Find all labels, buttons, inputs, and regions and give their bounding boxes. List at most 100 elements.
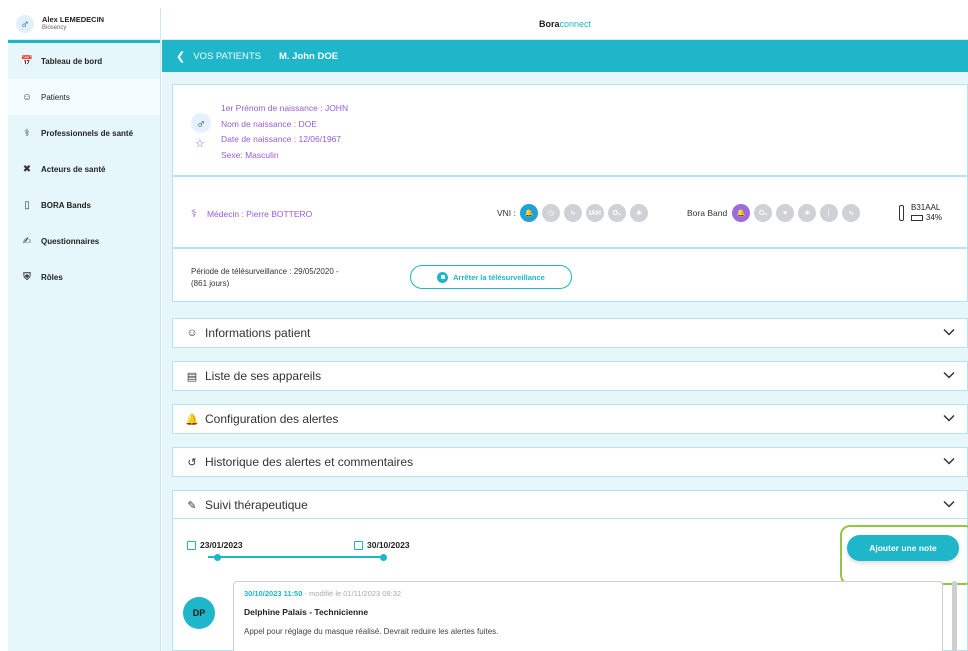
band-id: B31AAL bbox=[911, 203, 941, 212]
patient-sex: Sexe: Masculin bbox=[221, 149, 279, 160]
calendar-icon bbox=[187, 540, 196, 550]
chevron-left-icon[interactable]: ❮ bbox=[176, 50, 185, 63]
user-icon: ☺ bbox=[21, 91, 33, 103]
devices-icon: ▤ bbox=[186, 370, 198, 383]
chevron-down-icon[interactable] bbox=[943, 498, 955, 510]
sidebar-item-label: Acteurs de santé bbox=[41, 164, 106, 174]
section-informations-patient[interactable]: ☺ Informations patient bbox=[172, 318, 968, 348]
star-icon[interactable]: ☆ bbox=[195, 137, 205, 150]
chevron-down-icon[interactable] bbox=[943, 455, 955, 467]
chevron-down-icon[interactable] bbox=[943, 412, 955, 424]
date-end-picker[interactable]: 30/10/2023 bbox=[354, 540, 410, 550]
patient-first-name: 1er Prénom de naissance : JOHN bbox=[221, 103, 349, 113]
section-label: Liste de ses appareils bbox=[205, 369, 322, 383]
alarm-icon[interactable]: 🔔 bbox=[519, 204, 538, 222]
slider-handle-end[interactable] bbox=[380, 553, 387, 561]
user-avatar: ♂ bbox=[16, 14, 34, 33]
calendar-icon bbox=[354, 540, 363, 550]
patient-last-name: Nom de naissance : DOE bbox=[221, 118, 317, 129]
note-card[interactable]: 30/10/2023 11:50 - modifié le 01/11/2023… bbox=[233, 581, 943, 651]
sidebar-item-label: Tableau de bord bbox=[41, 56, 103, 66]
slider-handle-start[interactable] bbox=[214, 553, 221, 561]
note-text: Appel pour réglage du masque réalisé. De… bbox=[244, 627, 499, 636]
main-content: ♂ ☆ 1er Prénom de naissance : JOHN Nom d… bbox=[162, 72, 968, 651]
doctor-info: ⚕ Médecin : Pierre BOTTERO bbox=[191, 207, 312, 220]
sidebar-item-questionnaires[interactable]: ✍ Questionnaires bbox=[8, 223, 160, 259]
section-configuration-alertes[interactable]: 🔔 Configuration des alertes bbox=[172, 404, 968, 434]
o2-icon[interactable]: O₂ bbox=[754, 204, 773, 222]
sidebar-item-label: Patients bbox=[41, 92, 70, 102]
o2-icon[interactable]: O₂ bbox=[607, 204, 626, 222]
pulse-icon[interactable]: ∿ bbox=[842, 204, 861, 222]
shield-icon: ⛨ bbox=[23, 271, 31, 283]
sidebar: ♂ Alex LEMEDECIN Biosency 📅 Tableau de b… bbox=[8, 8, 161, 651]
date-start-picker[interactable]: 23/01/2023 bbox=[187, 540, 243, 550]
breadcrumb: ❮ VOS PATIENTS M. John DOE bbox=[162, 40, 968, 72]
note-modified: - modifié le 01/11/2023 08:32 bbox=[302, 589, 402, 598]
calendar-icon: 📅 bbox=[20, 55, 34, 67]
band-battery: 34% bbox=[926, 213, 943, 222]
leak-icon[interactable]: ∿ bbox=[563, 204, 582, 222]
stethoscope-icon: ⚕ bbox=[191, 208, 197, 220]
tools-icon: ✖ bbox=[22, 163, 32, 175]
sidebar-item-patients[interactable]: ☺ Patients bbox=[8, 79, 160, 115]
history-icon: ↺ bbox=[187, 456, 197, 469]
sidebar-item-bora-bands[interactable]: ▯ BORA Bands bbox=[8, 187, 160, 223]
clock-icon[interactable]: ◷ bbox=[541, 204, 560, 222]
breadcrumb-back-link[interactable]: VOS PATIENTS bbox=[193, 51, 261, 62]
heart-icon[interactable]: ♥ bbox=[776, 204, 795, 222]
thermometer-icon[interactable]: │ bbox=[820, 204, 839, 222]
chevron-down-icon[interactable] bbox=[943, 369, 955, 381]
notes-icon: ✎ bbox=[187, 499, 197, 512]
user-org: Biosency bbox=[42, 24, 67, 31]
section-suivi-therapeutique[interactable]: ✎ Suivi thérapeutique bbox=[172, 490, 968, 520]
sidebar-item-professionnels[interactable]: ⚕ Professionnels de santé bbox=[8, 115, 160, 151]
sidebar-item-label: Rôles bbox=[41, 272, 63, 282]
patient-birth-date: Date de naissance : 12/06/1967 bbox=[221, 134, 342, 144]
author-avatar: DP bbox=[183, 597, 215, 629]
section-label: Historique des alertes et commentaires bbox=[205, 455, 414, 469]
sidebar-item-label: Questionnaires bbox=[41, 236, 100, 246]
form-icon: ✍ bbox=[22, 235, 32, 247]
vni-label: VNI : bbox=[497, 208, 516, 218]
stop-icon bbox=[437, 271, 449, 283]
sidebar-item-tableau-de-bord[interactable]: 📅 Tableau de bord bbox=[8, 43, 160, 79]
patient-devices-card: ⚕ Médecin : Pierre BOTTERO VNI : 🔔 ◷ ∿ I… bbox=[172, 176, 968, 248]
brand-light: connect bbox=[559, 18, 592, 29]
stop-telesurveillance-button[interactable]: Arrêter la télésurveillance bbox=[410, 265, 572, 289]
section-label: Informations patient bbox=[205, 326, 311, 340]
iah-icon[interactable]: IAH bbox=[585, 204, 604, 222]
app-header: Bora connect bbox=[162, 8, 968, 40]
band-icon: ▯ bbox=[24, 199, 30, 211]
section-liste-appareils[interactable]: ▤ Liste de ses appareils bbox=[172, 361, 968, 391]
user-profile[interactable]: ♂ Alex LEMEDECIN Biosency bbox=[8, 8, 160, 40]
telesurveillance-duration: (861 jours) bbox=[191, 279, 230, 288]
date-range-slider[interactable] bbox=[208, 553, 387, 561]
lungs-icon[interactable]: ❀ bbox=[798, 204, 817, 222]
sidebar-item-acteurs[interactable]: ✖ Acteurs de santé bbox=[8, 151, 160, 187]
stop-telesurveillance-label: Arrêter la télésurveillance bbox=[453, 272, 545, 282]
user-name: Alex LEMEDECIN bbox=[42, 14, 105, 24]
bell-icon: 🔔 bbox=[185, 413, 199, 426]
section-historique-alertes[interactable]: ↺ Historique des alertes et commentaires bbox=[172, 447, 968, 477]
sidebar-item-roles[interactable]: ⛨ Rôles bbox=[8, 259, 160, 295]
stethoscope-icon: ⚕ bbox=[24, 127, 30, 139]
lungs-icon[interactable]: ❀ bbox=[629, 204, 648, 222]
add-note-button[interactable]: Ajouter une note bbox=[847, 535, 959, 561]
date-end: 30/10/2023 bbox=[367, 540, 410, 550]
alarm-icon[interactable]: 🔔 bbox=[732, 204, 751, 222]
telesurveillance-period: Période de télésurveillance : 29/05/2020… bbox=[191, 267, 339, 276]
chevron-down-icon[interactable] bbox=[943, 326, 955, 338]
scrollbar[interactable] bbox=[952, 581, 957, 651]
telesurveillance-card: Période de télésurveillance : 29/05/2020… bbox=[172, 248, 968, 302]
vni-status: VNI : 🔔 ◷ ∿ IAH O₂ ❀ bbox=[497, 204, 652, 222]
suivi-therapeutique-panel: 23/01/2023 30/10/2023 Ajouter une note D… bbox=[172, 518, 968, 651]
sidebar-item-label: BORA Bands bbox=[41, 200, 91, 210]
section-label: Suivi thérapeutique bbox=[205, 498, 308, 512]
user-icon: ☺ bbox=[186, 327, 198, 339]
note-author: Delphine Palais - Technicienne bbox=[244, 607, 369, 617]
breadcrumb-patient: M. John DOE bbox=[278, 50, 339, 62]
sidebar-item-label: Professionnels de santé bbox=[41, 128, 134, 138]
patient-identity-card: ♂ ☆ 1er Prénom de naissance : JOHN Nom d… bbox=[172, 84, 968, 176]
bora-band-status: Bora Band 🔔 O₂ ♥ ❀ │ ∿ bbox=[687, 204, 864, 222]
